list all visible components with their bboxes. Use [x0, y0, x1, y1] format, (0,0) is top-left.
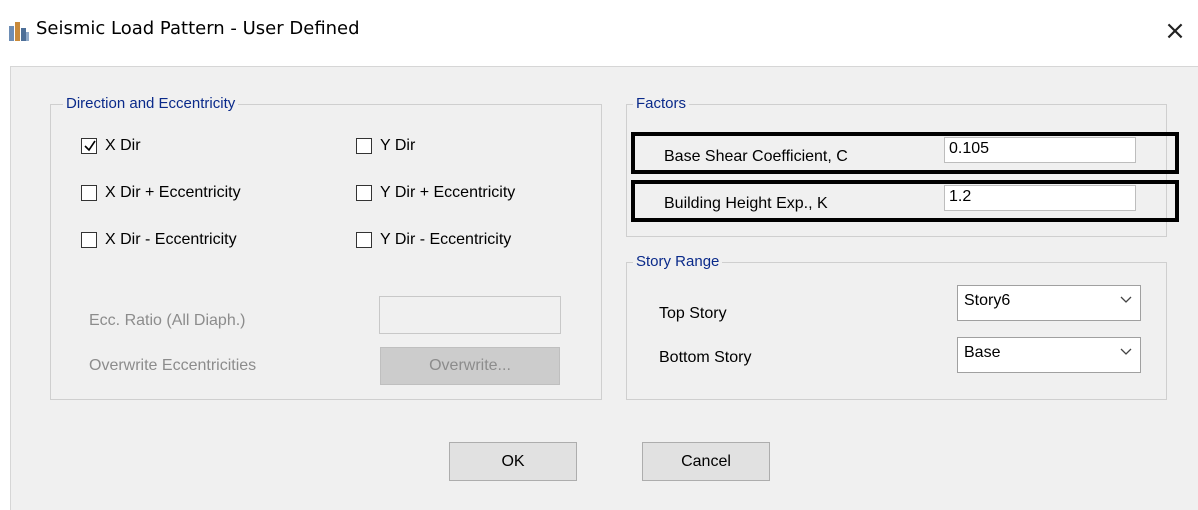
overwrite-button[interactable]: Overwrite...: [380, 347, 560, 385]
checkbox-y-dir-minus-ecc-label: Y Dir - Eccentricity: [380, 231, 512, 248]
checkbox-x-dir-label: X Dir: [105, 137, 141, 154]
direction-eccentricity-title: Direction and Eccentricity: [63, 95, 239, 112]
checkmark-icon: [84, 140, 96, 152]
height-exp-label: Building Height Exp., K: [664, 195, 828, 212]
direction-eccentricity-group: Direction and Eccentricity X Dir X Dir +…: [50, 95, 602, 400]
title-bar: Seismic Load Pattern - User Defined ×: [0, 0, 1198, 60]
checkbox-x-dir-plus-ecc-label: X Dir + Eccentricity: [105, 184, 241, 201]
etabs-app-icon: [9, 22, 29, 41]
height-exp-input[interactable]: 1.2: [944, 185, 1136, 211]
checkbox-x-dir-plus-ecc[interactable]: X Dir + Eccentricity: [81, 184, 301, 206]
checkbox-x-dir-box[interactable]: [81, 138, 97, 154]
ok-button[interactable]: OK: [449, 442, 577, 481]
bottom-story-value: Base: [964, 344, 1001, 361]
checkbox-x-dir-minus-ecc-box[interactable]: [81, 232, 97, 248]
window-title: Seismic Load Pattern - User Defined: [36, 18, 360, 39]
cancel-button[interactable]: Cancel: [642, 442, 770, 481]
checkbox-x-dir-plus-ecc-box[interactable]: [81, 185, 97, 201]
base-shear-label: Base Shear Coefficient, C: [664, 148, 848, 165]
overwrite-eccentricities-label: Overwrite Eccentricities: [89, 357, 257, 374]
story-range-title: Story Range: [633, 253, 723, 270]
factors-group: Factors Base Shear Coefficient, C 0.105 …: [626, 95, 1179, 237]
dialog-window: Seismic Load Pattern - User Defined × Di…: [0, 0, 1198, 510]
checkbox-x-dir-minus-ecc[interactable]: X Dir - Eccentricity: [81, 231, 301, 253]
ecc-ratio-label: Ecc. Ratio (All Diaph.): [89, 312, 246, 329]
checkbox-y-dir-plus-ecc-label: Y Dir + Eccentricity: [380, 184, 516, 201]
bottom-story-dropdown[interactable]: Base: [957, 337, 1141, 373]
checkbox-x-dir-minus-ecc-label: X Dir - Eccentricity: [105, 231, 237, 248]
checkbox-y-dir-minus-ecc[interactable]: Y Dir - Eccentricity: [356, 231, 576, 253]
chevron-down-icon: [1120, 296, 1132, 303]
checkbox-y-dir-box[interactable]: [356, 138, 372, 154]
bottom-story-label: Bottom Story: [659, 349, 752, 366]
story-range-group: Story Range Top Story Story6 Bottom Stor…: [626, 253, 1167, 400]
ecc-ratio-input[interactable]: [379, 296, 561, 334]
checkbox-y-dir-plus-ecc-box[interactable]: [356, 185, 372, 201]
chevron-down-icon: [1120, 348, 1132, 355]
close-button[interactable]: ×: [1160, 16, 1190, 46]
checkbox-y-dir-plus-ecc[interactable]: Y Dir + Eccentricity: [356, 184, 576, 206]
checkbox-y-dir-label: Y Dir: [380, 137, 416, 154]
checkbox-y-dir[interactable]: Y Dir: [356, 137, 496, 159]
top-story-value: Story6: [964, 292, 1011, 309]
top-story-label: Top Story: [659, 305, 727, 322]
checkbox-x-dir[interactable]: X Dir: [81, 137, 221, 159]
factors-title: Factors: [633, 95, 690, 112]
dialog-client-area: Direction and Eccentricity X Dir X Dir +…: [10, 66, 1198, 510]
checkbox-y-dir-minus-ecc-box[interactable]: [356, 232, 372, 248]
base-shear-input[interactable]: 0.105: [944, 137, 1136, 163]
top-story-dropdown[interactable]: Story6: [957, 285, 1141, 321]
